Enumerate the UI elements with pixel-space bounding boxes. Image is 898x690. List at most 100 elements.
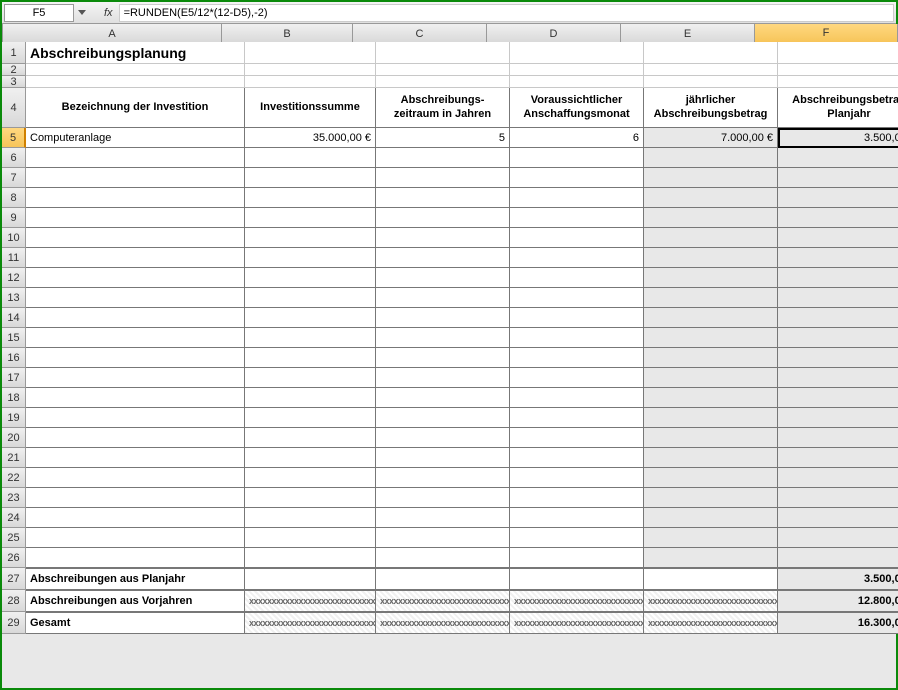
row-header-14[interactable]: 14: [2, 308, 26, 328]
row-header-28[interactable]: 28: [2, 590, 26, 612]
cell-r14-c3[interactable]: [510, 308, 644, 328]
cell-r13-c2[interactable]: [376, 288, 510, 308]
cell-r26-c1[interactable]: [245, 548, 376, 568]
cell-r19-c1[interactable]: [245, 408, 376, 428]
cell-data-r5-c4[interactable]: 7.000,00 €: [644, 128, 778, 148]
name-box[interactable]: F5: [4, 4, 74, 22]
cell-r26-c0[interactable]: [26, 548, 245, 568]
cell-r22-c4[interactable]: [644, 468, 778, 488]
cell-r7-c5[interactable]: [778, 168, 898, 188]
cell-r28-4[interactable]: xxxxxxxxxxxxxxxxxxxxxxxxxxxxxxxxxxxxxxxx…: [644, 590, 778, 612]
cell-r23-c0[interactable]: [26, 488, 245, 508]
cell-r2-5[interactable]: [778, 64, 898, 76]
row-header-18[interactable]: 18: [2, 388, 26, 408]
cell-r2-2[interactable]: [376, 64, 510, 76]
cell-r9-c4[interactable]: [644, 208, 778, 228]
cell-r27-3[interactable]: [510, 568, 644, 590]
cell-r6-c1[interactable]: [245, 148, 376, 168]
chevron-down-icon[interactable]: [78, 10, 86, 15]
cell-r6-c3[interactable]: [510, 148, 644, 168]
row-header-26[interactable]: 26: [2, 548, 26, 568]
cell-r19-c2[interactable]: [376, 408, 510, 428]
cell-r12-c2[interactable]: [376, 268, 510, 288]
cell-r8-c0[interactable]: [26, 188, 245, 208]
cell-r21-c5[interactable]: [778, 448, 898, 468]
cell-r14-c1[interactable]: [245, 308, 376, 328]
cell-r20-c4[interactable]: [644, 428, 778, 448]
cell-header-4[interactable]: jährlicher Abschreibungsbetrag: [644, 88, 778, 128]
cell-r22-c3[interactable]: [510, 468, 644, 488]
cell-r29-1[interactable]: xxxxxxxxxxxxxxxxxxxxxxxxxxxxxxxxxxxxxxxx…: [245, 612, 376, 634]
row-header-17[interactable]: 17: [2, 368, 26, 388]
cell-r26-c2[interactable]: [376, 548, 510, 568]
cell-r20-c2[interactable]: [376, 428, 510, 448]
cell-r29-3[interactable]: xxxxxxxxxxxxxxxxxxxxxxxxxxxxxxxxxxxxxxxx…: [510, 612, 644, 634]
cell-r1-2[interactable]: [376, 42, 510, 64]
row-header-19[interactable]: 19: [2, 408, 26, 428]
cell-r11-c2[interactable]: [376, 248, 510, 268]
cell-r8-c3[interactable]: [510, 188, 644, 208]
cell-r15-c0[interactable]: [26, 328, 245, 348]
cell-r6-c2[interactable]: [376, 148, 510, 168]
cell-r26-c3[interactable]: [510, 548, 644, 568]
cell-r27-1[interactable]: [245, 568, 376, 590]
cell-r18-c0[interactable]: [26, 388, 245, 408]
cell-r16-c3[interactable]: [510, 348, 644, 368]
cell-r9-c0[interactable]: [26, 208, 245, 228]
cell-r10-c5[interactable]: [778, 228, 898, 248]
cell-data-r5-c0[interactable]: Computeranlage: [26, 128, 245, 148]
cell-r2-1[interactable]: [245, 64, 376, 76]
cell-title[interactable]: Abschreibungsplanung: [26, 42, 245, 64]
cell-r10-c0[interactable]: [26, 228, 245, 248]
cell-r24-c5[interactable]: [778, 508, 898, 528]
cell-r8-c5[interactable]: [778, 188, 898, 208]
cell-data-r5-c2[interactable]: 5: [376, 128, 510, 148]
cell-r8-c4[interactable]: [644, 188, 778, 208]
cell-r13-c0[interactable]: [26, 288, 245, 308]
cell-r29-val[interactable]: 16.300,00 €: [778, 612, 898, 634]
cell-r12-c3[interactable]: [510, 268, 644, 288]
cell-r3-1[interactable]: [245, 76, 376, 88]
cell-r17-c4[interactable]: [644, 368, 778, 388]
cell-r14-c2[interactable]: [376, 308, 510, 328]
cell-r9-c2[interactable]: [376, 208, 510, 228]
cell-r8-c1[interactable]: [245, 188, 376, 208]
row-header-3[interactable]: 3: [2, 76, 26, 88]
cell-r7-c4[interactable]: [644, 168, 778, 188]
cell-r24-c1[interactable]: [245, 508, 376, 528]
cell-r9-c3[interactable]: [510, 208, 644, 228]
cell-r27-val[interactable]: 3.500,00 €: [778, 568, 898, 590]
cell-r23-c5[interactable]: [778, 488, 898, 508]
cell-r21-c3[interactable]: [510, 448, 644, 468]
cell-r13-c3[interactable]: [510, 288, 644, 308]
row-header-22[interactable]: 22: [2, 468, 26, 488]
cell-r20-c0[interactable]: [26, 428, 245, 448]
cell-r24-c2[interactable]: [376, 508, 510, 528]
cell-r23-c3[interactable]: [510, 488, 644, 508]
cell-header-3[interactable]: Voraussichtlicher Anschaffungsmonat: [510, 88, 644, 128]
fx-icon[interactable]: fx: [104, 7, 113, 19]
cell-r10-c4[interactable]: [644, 228, 778, 248]
cell-r22-c5[interactable]: [778, 468, 898, 488]
cell-r26-c5[interactable]: [778, 548, 898, 568]
cell-r2-4[interactable]: [644, 64, 778, 76]
cell-r24-c4[interactable]: [644, 508, 778, 528]
cell-header-5[interactable]: Abschreibungsbetrag Planjahr: [778, 88, 898, 128]
row-header-24[interactable]: 24: [2, 508, 26, 528]
cell-r28-label[interactable]: Abschreibungen aus Vorjahren: [26, 590, 245, 612]
cell-r16-c0[interactable]: [26, 348, 245, 368]
row-header-13[interactable]: 13: [2, 288, 26, 308]
cell-r17-c3[interactable]: [510, 368, 644, 388]
cell-r24-c0[interactable]: [26, 508, 245, 528]
cell-r17-c0[interactable]: [26, 368, 245, 388]
cell-data-r5-c3[interactable]: 6: [510, 128, 644, 148]
cell-r10-c1[interactable]: [245, 228, 376, 248]
cell-r11-c5[interactable]: [778, 248, 898, 268]
cell-r7-c3[interactable]: [510, 168, 644, 188]
cell-r27-2[interactable]: [376, 568, 510, 590]
cell-r27-label[interactable]: Abschreibungen aus Planjahr: [26, 568, 245, 590]
row-header-12[interactable]: 12: [2, 268, 26, 288]
cell-r16-c4[interactable]: [644, 348, 778, 368]
cell-r20-c5[interactable]: [778, 428, 898, 448]
cell-r10-c2[interactable]: [376, 228, 510, 248]
